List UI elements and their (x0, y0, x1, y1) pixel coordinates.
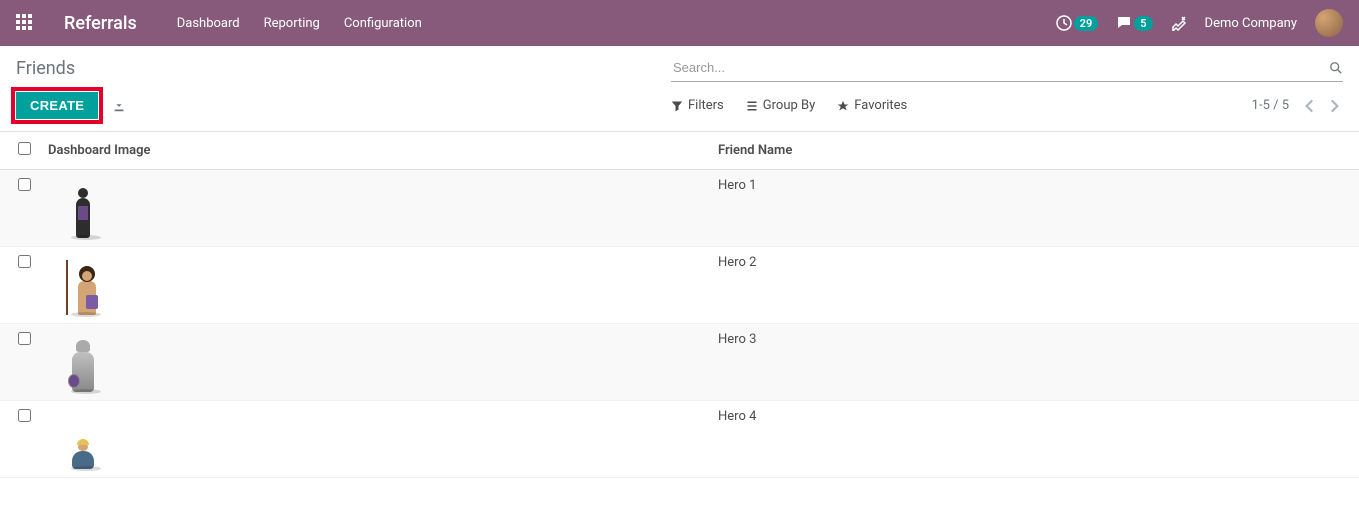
app-brand[interactable]: Referrals (64, 13, 137, 34)
export-button[interactable] (112, 99, 126, 113)
nav-menu: Dashboard Reporting Configuration (177, 16, 422, 31)
search-options: Filters Group By Favorites 1-5 / 5 (671, 97, 1343, 115)
cell-image (40, 247, 710, 324)
row-checkbox[interactable] (18, 409, 31, 422)
pager: 1-5 / 5 (1252, 97, 1343, 115)
hero-illustration (58, 332, 108, 392)
list-view: Dashboard Image Friend Name Hero 1Hero 2… (0, 132, 1359, 478)
header-name[interactable]: Friend Name (710, 132, 1359, 170)
breadcrumb: Friends (16, 58, 75, 79)
table-row[interactable]: Hero 1 (0, 170, 1359, 247)
messages-button[interactable]: 5 (1116, 15, 1152, 31)
cell-friend-name: Hero 3 (710, 324, 1359, 401)
header-image[interactable]: Dashboard Image (40, 132, 710, 170)
activities-button[interactable]: 29 (1056, 15, 1099, 31)
company-selector[interactable]: Demo Company (1205, 16, 1297, 31)
table-row[interactable]: Hero 4 (0, 401, 1359, 478)
cell-friend-name: Hero 2 (710, 247, 1359, 324)
download-icon (112, 99, 126, 113)
navbar: Referrals Dashboard Reporting Configurat… (0, 0, 1359, 46)
favorites-label: Favorites (854, 98, 907, 113)
cell-friend-name: Hero 4 (710, 401, 1359, 478)
row-checkbox[interactable] (18, 178, 31, 191)
debug-icon[interactable] (1171, 15, 1187, 31)
nav-reporting[interactable]: Reporting (264, 16, 320, 31)
search-input[interactable] (671, 54, 1343, 81)
user-avatar[interactable] (1315, 9, 1343, 37)
groupby-button[interactable]: Group By (746, 98, 816, 113)
chat-icon (1116, 15, 1132, 31)
search-icon[interactable] (1329, 61, 1343, 75)
row-checkbox[interactable] (18, 255, 31, 268)
cell-image (40, 170, 710, 247)
messages-badge: 5 (1134, 16, 1152, 31)
groupby-label: Group By (763, 98, 816, 113)
pager-value[interactable]: 1-5 / 5 (1252, 98, 1289, 113)
star-icon (837, 100, 849, 112)
list-icon (746, 100, 758, 112)
nav-configuration[interactable]: Configuration (344, 16, 422, 31)
control-panel: Friends CREATE Filters Group By Favori (0, 46, 1359, 132)
table-row[interactable]: Hero 3 (0, 324, 1359, 401)
cell-image (40, 324, 710, 401)
filter-icon (671, 100, 683, 112)
create-button[interactable]: CREATE (16, 92, 98, 119)
search-wrap (671, 54, 1343, 82)
hero-illustration (58, 409, 108, 469)
row-checkbox[interactable] (18, 332, 31, 345)
favorites-button[interactable]: Favorites (837, 98, 907, 113)
pager-next-icon[interactable] (1325, 97, 1343, 115)
filters-label: Filters (688, 98, 724, 113)
cell-image (40, 401, 710, 478)
hero-illustration (58, 178, 108, 238)
apps-icon[interactable] (16, 14, 34, 32)
filters-button[interactable]: Filters (671, 98, 724, 113)
pager-prev-icon[interactable] (1301, 97, 1319, 115)
nav-dashboard[interactable]: Dashboard (177, 16, 240, 31)
nav-right: 29 5 Demo Company (1056, 9, 1343, 37)
table-header-row: Dashboard Image Friend Name (0, 132, 1359, 170)
select-all-checkbox[interactable] (18, 142, 31, 155)
table-row[interactable]: Hero 2 (0, 247, 1359, 324)
activities-badge: 29 (1074, 16, 1099, 31)
hero-illustration (58, 255, 108, 315)
cell-friend-name: Hero 1 (710, 170, 1359, 247)
clock-icon (1056, 15, 1072, 31)
